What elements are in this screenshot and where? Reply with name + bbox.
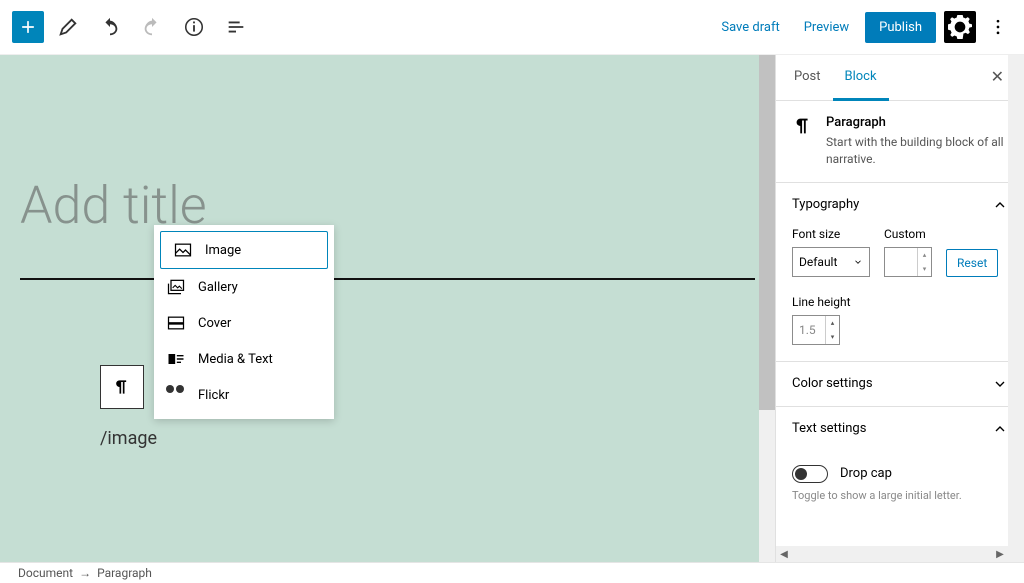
block-name: Paragraph: [826, 115, 1008, 130]
redo-icon: [141, 16, 163, 38]
autocomplete-item-gallery[interactable]: Gallery: [154, 269, 334, 305]
media-text-icon: [166, 349, 186, 369]
autocomplete-item-cover[interactable]: Cover: [154, 305, 334, 341]
block-autocomplete-popover: Image Gallery Cover Media & Text Flickr: [154, 225, 334, 419]
autocomplete-item-label: Flickr: [198, 388, 229, 403]
cover-icon: [166, 313, 186, 333]
add-block-button[interactable]: [12, 11, 44, 43]
line-height-label: Line height: [792, 295, 1008, 309]
gear-icon: [944, 11, 976, 43]
custom-size-input[interactable]: ▴▾: [884, 247, 932, 277]
more-options-button[interactable]: [984, 11, 1012, 43]
autocomplete-item-label: Cover: [198, 316, 231, 331]
settings-sidebar: Post Block ✕ Paragraph Start with the bu…: [775, 55, 1024, 562]
settings-button[interactable]: [944, 11, 976, 43]
save-draft-button[interactable]: Save draft: [713, 14, 787, 41]
pencil-icon: [57, 16, 79, 38]
drop-cap-toggle[interactable]: [792, 465, 828, 483]
canvas-vertical-scrollbar[interactable]: [759, 55, 775, 562]
separator: [20, 278, 755, 280]
section-heading: Color settings: [792, 376, 873, 391]
gallery-icon: [166, 277, 186, 297]
sidebar-close-button[interactable]: ✕: [991, 67, 1004, 86]
info-icon: [183, 16, 205, 38]
paragraph-block-input[interactable]: /image: [100, 428, 157, 449]
sidebar-horizontal-scrollbar[interactable]: ◀▶: [776, 546, 1008, 562]
block-type-button[interactable]: [101, 366, 143, 408]
sidebar-vertical-scrollbar[interactable]: [1008, 55, 1024, 562]
reset-font-size-button[interactable]: Reset: [946, 249, 998, 277]
autocomplete-item-label: Image: [205, 243, 241, 258]
breadcrumb-separator: →: [79, 566, 91, 580]
autocomplete-item-label: Gallery: [198, 280, 238, 295]
dots-vertical-icon: [988, 17, 1008, 37]
list-view-icon: [225, 16, 247, 38]
undo-icon: [99, 16, 121, 38]
section-heading: Text settings: [792, 421, 866, 436]
tab-post[interactable]: Post: [782, 55, 833, 100]
autocomplete-item-image[interactable]: Image: [160, 231, 328, 269]
editor-canvas[interactable]: Add title Image: [0, 55, 775, 562]
chevron-up-icon: [992, 421, 1008, 437]
redo-button: [134, 9, 170, 45]
breadcrumb-item[interactable]: Paragraph: [97, 566, 152, 580]
tab-block[interactable]: Block: [833, 55, 889, 101]
info-button[interactable]: [176, 9, 212, 45]
breadcrumb-item[interactable]: Document: [18, 566, 73, 580]
chevron-down-icon: [992, 376, 1008, 392]
publish-button[interactable]: Publish: [865, 12, 936, 43]
drop-cap-label: Drop cap: [840, 466, 892, 481]
section-heading: Typography: [792, 197, 859, 212]
preview-button[interactable]: Preview: [796, 14, 857, 41]
color-section-toggle[interactable]: Color settings: [776, 362, 1024, 406]
flickr-icon: [166, 385, 186, 405]
block-description: Start with the building block of all nar…: [826, 134, 1008, 168]
paragraph-icon: [792, 115, 814, 137]
font-size-label: Font size: [792, 227, 870, 241]
plus-icon: [18, 17, 38, 37]
image-icon: [173, 240, 193, 260]
drop-cap-description: Toggle to show a large initial letter.: [776, 489, 1024, 516]
edit-mode-button[interactable]: [50, 9, 86, 45]
breadcrumb: Document → Paragraph: [0, 562, 1024, 583]
custom-size-label: Custom: [884, 227, 932, 241]
autocomplete-item-media-text[interactable]: Media & Text: [154, 341, 334, 377]
line-height-input[interactable]: 1.5 ▴▾: [792, 315, 840, 345]
autocomplete-item-label: Media & Text: [198, 352, 273, 367]
post-title-input[interactable]: Add title: [20, 175, 755, 236]
typography-section-toggle[interactable]: Typography: [776, 183, 1024, 227]
chevron-up-icon: [992, 197, 1008, 213]
paragraph-icon: [112, 377, 132, 397]
block-type-toolbar: [100, 365, 144, 409]
chevron-down-icon: [853, 257, 863, 267]
undo-button[interactable]: [92, 9, 128, 45]
outline-button[interactable]: [218, 9, 254, 45]
text-section-toggle[interactable]: Text settings: [776, 407, 1024, 451]
autocomplete-item-flickr[interactable]: Flickr: [154, 377, 334, 413]
font-size-select[interactable]: Default: [792, 247, 870, 277]
